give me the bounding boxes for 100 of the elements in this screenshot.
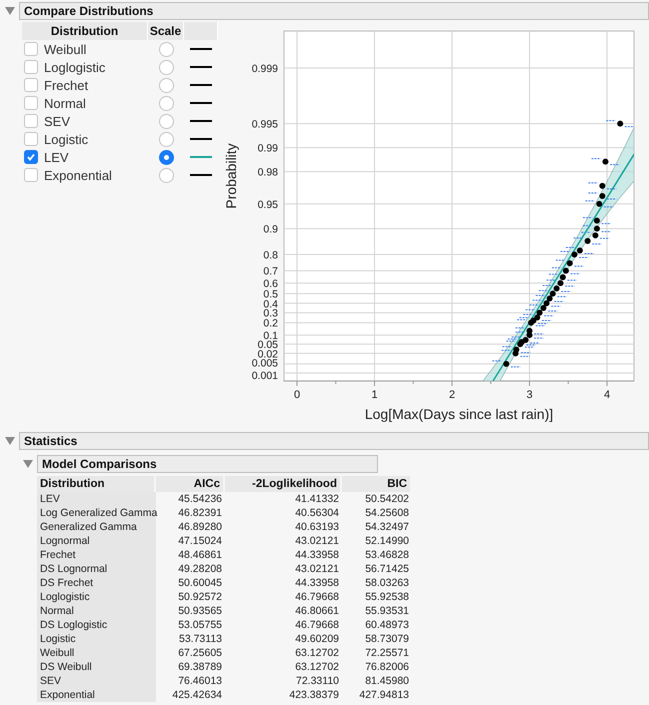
section-header[interactable]: Compare Distributions [19,2,649,20]
table-cell-text: 50.93565 [177,604,223,618]
table-cell-text: 46.79668 [294,618,340,632]
table-cell: Lognormal [37,534,156,548]
column-header: -2Loglikelihood [225,476,342,492]
table-cell-text: 63.12702 [294,660,340,674]
table-cell-text: 45.54236 [177,492,223,506]
checkbox[interactable] [24,150,38,164]
table-cell-text: 44.33958 [294,576,340,590]
radio-button[interactable] [158,168,174,182]
data-point [599,182,606,189]
table-cell-text: 50.54202 [364,492,410,506]
y-tick-label: 0.6 [263,278,278,290]
table-cell-text: 50.60045 [177,576,223,590]
y-tick-label: 0.001 [252,370,278,382]
table-cell: LEV [37,492,156,506]
table-cell-text: 76.46013 [177,674,223,688]
x-tick-label: 3 [526,389,533,401]
table-cell-text: 43.02121 [294,562,340,576]
table-cell-text: 46.89280 [177,520,223,534]
radio-button[interactable] [158,114,174,128]
table-cell-text: 44.33958 [294,548,340,562]
checkbox[interactable] [24,60,38,74]
distribution-label: Exponential [44,168,112,182]
radio-button[interactable] [158,150,174,164]
table-cell: DS Loglogistic [37,618,156,632]
table-cell-text: 43.02121 [294,534,340,548]
table-cell: DS Weibull [37,660,156,674]
y-tick-label: 0.4 [263,298,278,310]
table-cell-text: 423.38379 [288,688,340,702]
table-cell-text: 72.33110 [294,674,340,688]
radio-button[interactable] [158,78,174,92]
table-cell-text: 40.56304 [294,506,340,520]
data-point [617,120,624,127]
y-tick-label: 0.999 [252,63,278,75]
table-cell-text: 55.92538 [364,590,410,604]
table-cell: DS Frechet [37,576,156,590]
table-cell-text: 49.60209 [294,632,340,646]
column-header: BIC [342,476,412,492]
radio-button[interactable] [158,60,174,74]
table-cell: SEV [37,674,156,688]
table-cell-text: 53.46828 [364,548,410,562]
table-cell-text: 425.42634 [171,688,223,702]
data-point [596,200,602,207]
distribution-label: Logistic [44,132,88,146]
data-point [503,360,510,367]
checkbox[interactable] [24,96,38,110]
x-tick-label: 4 [604,389,610,401]
column-header: AICc [156,476,225,492]
table-cell-text: 58.73079 [364,632,410,646]
checkbox[interactable] [24,78,38,92]
y-tick-label: 0.9 [263,224,278,236]
table-cell: Log Generalized Gamma [37,506,156,520]
distribution-label: Weibull [44,42,86,56]
table-cell: Loglogistic [37,590,156,604]
radio-button[interactable] [158,42,174,56]
checkbox[interactable] [24,42,38,56]
column-header: Distribution [22,22,148,40]
table-cell-text: 67.25605 [177,646,223,660]
checkbox[interactable] [24,168,38,182]
x-tick-label: 0 [294,389,300,401]
table-cell-text: 81.45980 [364,674,410,688]
column-header: Scale [148,22,184,40]
data-point [599,192,606,199]
y-tick-label: 0.7 [263,266,278,278]
x-tick-label: 2 [448,389,456,401]
table-cell-text: 58.03263 [364,576,410,590]
table-cell-text: 69.38789 [177,660,223,674]
radio-button[interactable] [158,96,174,110]
y-tick-label: 0.3 [263,308,278,320]
table-cell-text: 427.94813 [358,688,410,702]
radio-button[interactable] [158,132,174,146]
table-cell-text: 53.73113 [178,632,223,646]
table-cell-text: 48.46861 [177,548,223,562]
distribution-label: Normal [44,96,86,110]
y-tick-label: 0.99 [258,142,278,155]
table-cell: Generalized Gamma [37,520,156,534]
section-header[interactable]: Model Comparisons [37,455,378,473]
table-cell-text: 46.80661 [294,604,340,618]
column-header: Distribution [37,476,156,492]
distribution-label: LEV [44,150,69,164]
disclosure-triangle-icon[interactable] [23,460,33,468]
y-tick-label: 0.995 [252,118,278,131]
x-axis-title: Log[Max(Days since last rain)] [364,406,554,422]
distribution-label: SEV [44,114,70,128]
table-cell-text: 76.82006 [364,660,410,674]
table-cell-text: 56.71425 [364,562,410,576]
table-cell-text: 54.25608 [364,506,410,520]
disclosure-triangle-icon[interactable] [5,7,15,15]
section-header[interactable]: Statistics [19,432,649,450]
x-tick-label: 1 [371,389,378,401]
disclosure-triangle-icon[interactable] [5,437,15,445]
y-tick-label: 0.8 [263,250,278,262]
checkbox[interactable] [24,132,38,146]
checkbox[interactable] [24,114,38,128]
table-cell-text: 52.14990 [364,534,410,548]
table-cell: Weibull [37,646,156,660]
y-tick-label: 0.95 [258,198,278,211]
y-axis-title: Probability [223,143,239,209]
table-cell: Logistic [37,632,156,646]
